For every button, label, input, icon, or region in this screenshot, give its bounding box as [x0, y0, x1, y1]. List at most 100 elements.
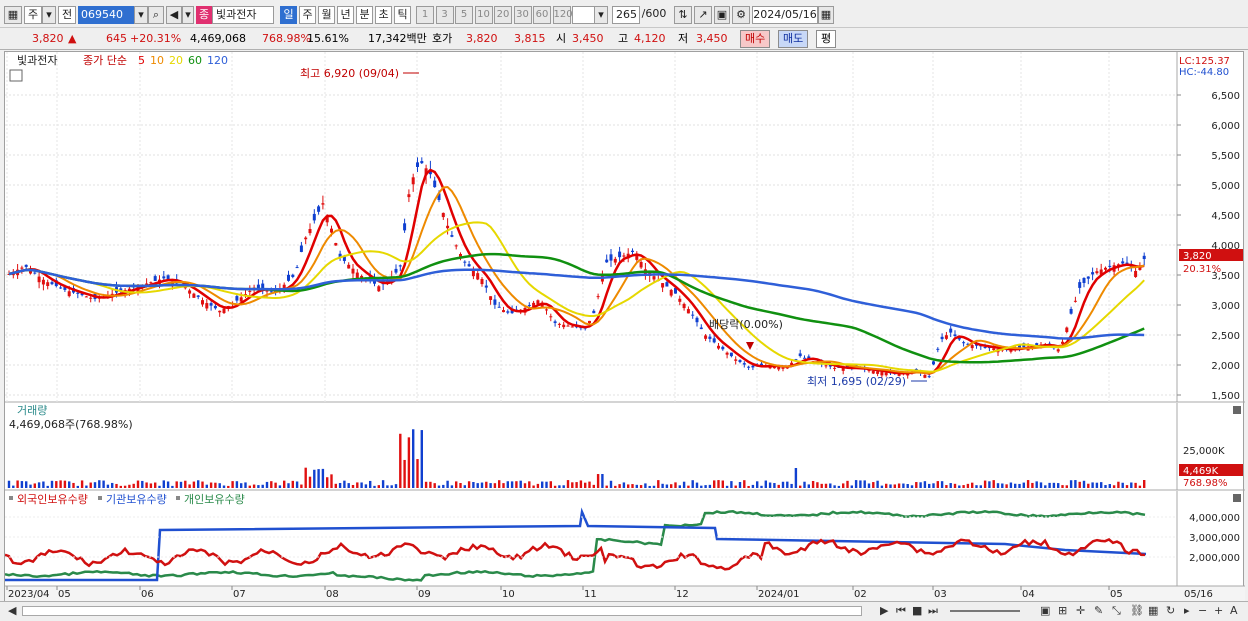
interval-5[interactable]: 5	[455, 6, 473, 24]
stop-icon[interactable]: ■	[912, 603, 922, 619]
interval-10[interactable]: 10	[474, 6, 493, 24]
candle-body	[317, 206, 321, 212]
holdings-legend-item[interactable]: 외국인보유수량	[17, 493, 88, 506]
turnover-value: 15.61%	[307, 32, 349, 45]
split-icon[interactable]: ⊞	[1058, 603, 1067, 619]
save-chart-icon[interactable]: ▦	[1148, 603, 1158, 619]
interval-1[interactable]: 1	[416, 6, 434, 24]
view-icon[interactable]: ▣	[1040, 603, 1050, 619]
volume-bar	[751, 484, 755, 488]
holdings-legend-item[interactable]: 개인보유수량	[184, 493, 245, 506]
chart-menu-icon[interactable]	[9, 69, 23, 82]
rewind-icon[interactable]: ⏮	[896, 603, 906, 619]
period-6[interactable]: 초	[375, 6, 392, 24]
zoom-in-icon[interactable]: +	[1214, 603, 1223, 619]
refresh-icon[interactable]: ↻	[1166, 603, 1175, 619]
scroll-right-icon[interactable]: ▶	[880, 603, 888, 619]
volume-bar	[553, 485, 557, 488]
horizontal-scrollbar[interactable]	[22, 606, 862, 616]
gear-icon[interactable]: ⚙	[732, 6, 750, 24]
interval-60[interactable]: 60	[533, 6, 551, 24]
volume-bar	[1065, 485, 1068, 488]
save-icon[interactable]: ▣	[714, 6, 730, 24]
scroll-end-icon[interactable]: ▸	[1184, 603, 1190, 619]
cursor-icon[interactable]: ⤡	[1112, 603, 1121, 619]
candle-body	[682, 303, 686, 309]
candle-body	[218, 310, 222, 313]
ma-legend-item[interactable]: 120	[207, 54, 228, 67]
candle-body	[562, 324, 566, 328]
sell-button[interactable]: 매도	[778, 30, 809, 48]
stock-name[interactable]: 빛과전자	[212, 6, 274, 24]
scroll-left-icon[interactable]: ◀	[8, 603, 16, 619]
volume-bar	[842, 483, 845, 488]
candle-body	[248, 290, 252, 292]
volume-bar	[983, 480, 987, 488]
forward-icon[interactable]: ⏭	[928, 603, 938, 619]
volume-bar	[906, 484, 909, 488]
crosshair-icon[interactable]: ✛	[1076, 603, 1085, 619]
chart-area[interactable]: 6,500 6,000 5,500 5,000 4,500 4,000 3,500 3,000…	[4, 51, 1245, 602]
speaker-icon[interactable]: ◀	[166, 6, 182, 24]
interval-20[interactable]: 20	[494, 6, 512, 24]
zoom-out-icon[interactable]: −	[1198, 603, 1207, 619]
period-2[interactable]: 주	[299, 6, 316, 24]
holdings-legend-item[interactable]: 기관보유수량	[106, 493, 167, 506]
candle-body	[940, 336, 944, 340]
interval-120[interactable]: 120	[552, 6, 573, 24]
volume-close-icon[interactable]	[1233, 406, 1241, 414]
speaker-dropdown-icon[interactable]: ▾	[182, 6, 194, 24]
ma-legend-item[interactable]: 60	[188, 54, 202, 67]
chevron-down-icon[interactable]: ▾	[42, 6, 56, 24]
code-dropdown-icon[interactable]: ▾	[134, 6, 148, 24]
volume-bar	[635, 484, 638, 488]
ma-legend-item[interactable]: 종가 단순	[83, 54, 127, 67]
zoom-slider[interactable]	[950, 610, 1020, 612]
volume-bar	[386, 485, 389, 488]
volume-bar	[545, 481, 548, 488]
price-panel-name: 빛과전자	[17, 54, 57, 67]
tools-icon[interactable]: ✎	[1094, 603, 1103, 619]
period-7[interactable]: 틱	[394, 6, 411, 24]
search-icon[interactable]: ⌕	[148, 6, 164, 24]
period-1[interactable]: 일	[280, 6, 297, 24]
stock-badge: 종	[196, 6, 212, 24]
candle-body	[497, 306, 501, 308]
interval-dropdown-icon[interactable]: ▾	[594, 6, 608, 24]
link-icon[interactable]: ⛓	[1130, 603, 1144, 619]
volume-bar	[476, 483, 479, 488]
layout-icon[interactable]: ▦	[4, 6, 22, 24]
ma-legend-item[interactable]: 5	[138, 54, 145, 67]
chart-svg[interactable]: 6,5006,0005,5005,0004,5004,0003,5003,000…	[5, 52, 1245, 602]
eval-button[interactable]: 평	[816, 30, 837, 48]
volume-bar	[777, 484, 780, 488]
market-select[interactable]: 주	[24, 6, 42, 24]
font-size-icon[interactable]: A	[1230, 603, 1238, 619]
volume-bar	[46, 485, 49, 488]
code-input[interactable]: 069540	[78, 6, 134, 24]
volume-bar	[622, 482, 626, 488]
date-input[interactable]: 2024/05/16	[752, 6, 818, 24]
interval-30[interactable]: 30	[513, 6, 532, 24]
ma-legend-item[interactable]: 10	[150, 54, 164, 67]
period-3[interactable]: 월	[318, 6, 335, 24]
volume-bar	[1022, 482, 1025, 488]
prefix-label[interactable]: 전	[58, 6, 76, 24]
price-tick-label: 2,000	[1211, 361, 1240, 372]
trade-amount: 17,342백만	[368, 32, 427, 45]
interval-3[interactable]: 3	[435, 6, 454, 24]
holdings-panel: 외국인보유수량 기관보유수량 개인보유수량 4,000,000 3,000,000 2,…	[5, 491, 1241, 586]
volume-bar	[1143, 480, 1146, 488]
period-5[interactable]: 분	[356, 6, 373, 24]
buy-button[interactable]: 매수	[740, 30, 771, 48]
ma-legend-item[interactable]: 20	[169, 54, 183, 67]
calendar-icon[interactable]: ▦	[818, 6, 834, 24]
period-4[interactable]: 년	[337, 6, 354, 24]
volume-bar	[158, 485, 161, 488]
volume-bar	[1091, 482, 1094, 488]
drawing-tool-icon[interactable]: ↗	[694, 6, 712, 24]
holdings-close-icon[interactable]	[1233, 494, 1241, 502]
volume-bar	[605, 485, 608, 488]
candle-type-icon[interactable]: ⇅	[674, 6, 692, 24]
count-input[interactable]: 265	[612, 6, 640, 24]
